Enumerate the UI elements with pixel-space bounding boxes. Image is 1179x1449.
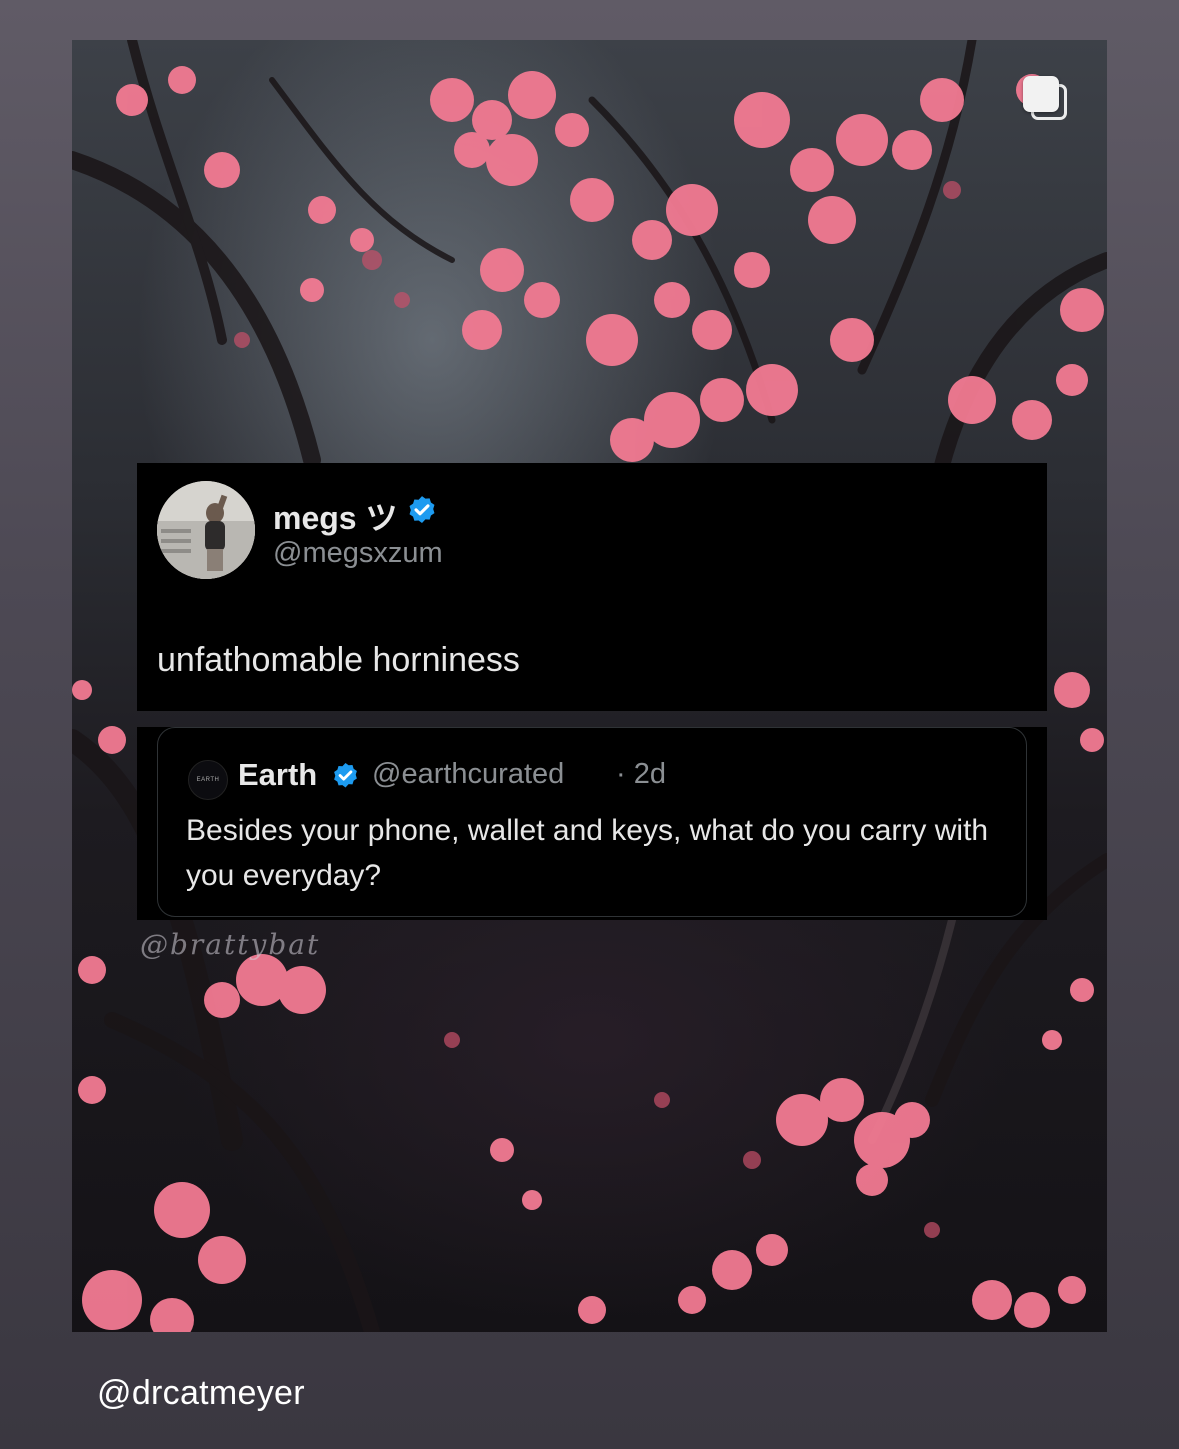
carousel-icon <box>1023 76 1071 124</box>
story-post-image[interactable]: megs ツ @megsxzum unfathomable horniness … <box>72 40 1107 1332</box>
quoted-user-display-name[interactable]: Earth <box>238 757 317 793</box>
quoted-tweet-time: · 2d <box>616 758 666 790</box>
tweet-card[interactable]: megs ツ @megsxzum unfathomable horniness <box>137 463 1047 711</box>
verified-badge-icon <box>409 496 435 524</box>
tweet-text: unfathomable horniness <box>157 641 520 679</box>
user-display-name[interactable]: megs ツ <box>273 493 398 539</box>
user-handle[interactable]: @megsxzum <box>273 537 443 570</box>
avatar-photo <box>157 481 255 579</box>
quoted-tweet-text: Besides your phone, wallet and keys, wha… <box>186 814 989 892</box>
quoted-user-handle[interactable]: @earthcurated <box>372 758 564 791</box>
verified-badge-icon <box>334 762 357 788</box>
user-avatar[interactable] <box>157 481 255 579</box>
carousel-icon-front <box>1023 76 1059 112</box>
caption-mention[interactable]: @drcatmeyer <box>97 1374 305 1413</box>
quoted-tweet-card[interactable]: EARTH Earth @earthcurated · 2d Besides y… <box>157 727 1027 917</box>
quoted-user-avatar[interactable]: EARTH <box>188 760 228 800</box>
quoted-tweet-band: EARTH Earth @earthcurated · 2d Besides y… <box>137 727 1047 920</box>
watermark: @brattybat <box>140 928 321 961</box>
